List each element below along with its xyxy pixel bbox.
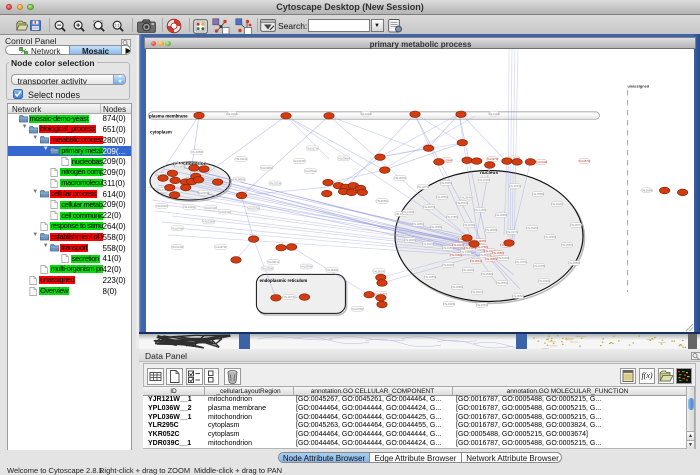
- svg-text:YAL058W: YAL058W: [430, 225, 442, 229]
- svg-text:unassigned: unassigned: [627, 84, 649, 89]
- svg-text:YAL021W: YAL021W: [509, 184, 521, 188]
- svg-text:YAL047W: YAL047W: [515, 260, 527, 264]
- svg-text:YAL015W: YAL015W: [474, 208, 486, 212]
- svg-text:YAL099W: YAL099W: [325, 268, 337, 272]
- svg-text:YAL093W: YAL093W: [300, 265, 312, 269]
- svg-text:YAL063W: YAL063W: [372, 269, 384, 273]
- svg-text:YAL064W: YAL064W: [460, 196, 472, 200]
- svg-text:YAL021W: YAL021W: [218, 210, 230, 214]
- svg-text:YAL035W: YAL035W: [261, 267, 273, 271]
- svg-text:YAL047W: YAL047W: [506, 230, 518, 234]
- svg-text:YAL045W: YAL045W: [190, 150, 202, 154]
- svg-text:YAL022W: YAL022W: [551, 202, 563, 206]
- svg-text:YAL044W: YAL044W: [452, 243, 464, 247]
- svg-text:YAL013W: YAL013W: [488, 112, 500, 116]
- svg-text:YAL058W: YAL058W: [532, 192, 544, 196]
- svg-text:YAL090W: YAL090W: [526, 226, 538, 230]
- svg-text:YAL038W: YAL038W: [260, 166, 272, 170]
- svg-text:YAL081W: YAL081W: [470, 259, 482, 263]
- svg-text:YAL078W: YAL078W: [446, 215, 458, 219]
- svg-text:YAL087W: YAL087W: [214, 245, 226, 249]
- svg-text:YAL014W: YAL014W: [183, 205, 195, 209]
- svg-text:YAL039W: YAL039W: [442, 263, 454, 267]
- svg-text:YAL041W: YAL041W: [235, 157, 247, 161]
- svg-text:YAL023W: YAL023W: [478, 178, 490, 182]
- svg-text:YAL020W: YAL020W: [533, 264, 545, 268]
- svg-text:YAL058W: YAL058W: [492, 251, 504, 255]
- svg-text:YAL085W: YAL085W: [233, 178, 245, 182]
- svg-text:YAL053W: YAL053W: [440, 181, 452, 185]
- svg-text:YAL056W: YAL056W: [496, 281, 508, 285]
- svg-text:YAL095W: YAL095W: [512, 294, 524, 298]
- svg-text:plasma membrane: plasma membrane: [149, 113, 188, 118]
- svg-text:YAL074W: YAL074W: [171, 226, 183, 230]
- svg-text:YAL054W: YAL054W: [456, 201, 468, 205]
- svg-text:YAL079W: YAL079W: [304, 169, 316, 173]
- svg-text:YAL087W: YAL087W: [578, 159, 590, 163]
- svg-text:YAL089W: YAL089W: [544, 235, 556, 239]
- svg-text:YAL036W: YAL036W: [538, 279, 550, 283]
- svg-text:YAL053W: YAL053W: [394, 176, 406, 180]
- svg-text:endoplasmic reticulum: endoplasmic reticulum: [259, 278, 307, 283]
- svg-text:YAL025W: YAL025W: [412, 222, 424, 226]
- svg-text:YAL091W: YAL091W: [226, 112, 238, 116]
- svg-text:YAL085W: YAL085W: [173, 165, 185, 169]
- svg-text:YAL024W: YAL024W: [360, 112, 372, 116]
- svg-text:YAL081W: YAL081W: [267, 260, 279, 264]
- svg-text:YAL037W: YAL037W: [417, 185, 429, 189]
- svg-text:YAL023W: YAL023W: [293, 159, 305, 163]
- svg-text:cytoplasm: cytoplasm: [150, 130, 172, 135]
- svg-text:YAL080W: YAL080W: [485, 228, 497, 232]
- svg-text:YAL019W: YAL019W: [535, 160, 547, 164]
- svg-text:YAL068W: YAL068W: [495, 213, 507, 217]
- svg-text:YAL068W: YAL068W: [451, 285, 463, 289]
- svg-text:YAL045W: YAL045W: [376, 199, 388, 203]
- svg-text:YAL038W: YAL038W: [450, 253, 462, 257]
- svg-text:YAL013W: YAL013W: [204, 206, 216, 210]
- svg-text:YAL013W: YAL013W: [171, 245, 183, 249]
- svg-text:YAL083W: YAL083W: [404, 238, 416, 242]
- svg-text:YAL056W: YAL056W: [561, 243, 573, 247]
- svg-text:YAL055W: YAL055W: [436, 195, 448, 199]
- svg-text:YAL039W: YAL039W: [497, 256, 509, 260]
- svg-text:YAL034W: YAL034W: [422, 242, 434, 246]
- svg-text:YAL039W: YAL039W: [202, 220, 214, 224]
- svg-text:YAL045W: YAL045W: [424, 275, 436, 279]
- svg-text:YAL055W: YAL055W: [568, 261, 580, 265]
- svg-text:YAL099W: YAL099W: [641, 188, 653, 192]
- svg-text:YAL030W: YAL030W: [197, 191, 209, 195]
- svg-text:YAL067W: YAL067W: [282, 295, 294, 299]
- svg-text:YAL027W: YAL027W: [306, 146, 318, 150]
- svg-text:nucleus: nucleus: [480, 170, 498, 176]
- svg-text:YAL058W: YAL058W: [481, 272, 493, 276]
- svg-text:YAL044W: YAL044W: [476, 303, 488, 307]
- svg-text:YAL097W: YAL097W: [486, 157, 498, 161]
- svg-text:YAL087W: YAL087W: [423, 205, 435, 209]
- svg-text:YAL021W: YAL021W: [269, 182, 281, 186]
- svg-text:YAL079W: YAL079W: [351, 307, 363, 311]
- svg-text:YAL096W: YAL096W: [337, 157, 349, 161]
- svg-text:YAL043W: YAL043W: [402, 210, 414, 214]
- svg-text:YAL020W: YAL020W: [463, 223, 475, 227]
- svg-text:YAL091W: YAL091W: [471, 290, 483, 294]
- svg-text:1:1: 1:1: [114, 23, 119, 27]
- svg-text:YAL098W: YAL098W: [485, 257, 497, 261]
- svg-text:YAL037W: YAL037W: [247, 207, 259, 211]
- svg-text:YAL064W: YAL064W: [155, 204, 167, 208]
- svg-text:YAL022W: YAL022W: [462, 268, 474, 272]
- svg-text:YAL057W: YAL057W: [570, 223, 582, 227]
- svg-text:YAL030W: YAL030W: [443, 302, 455, 306]
